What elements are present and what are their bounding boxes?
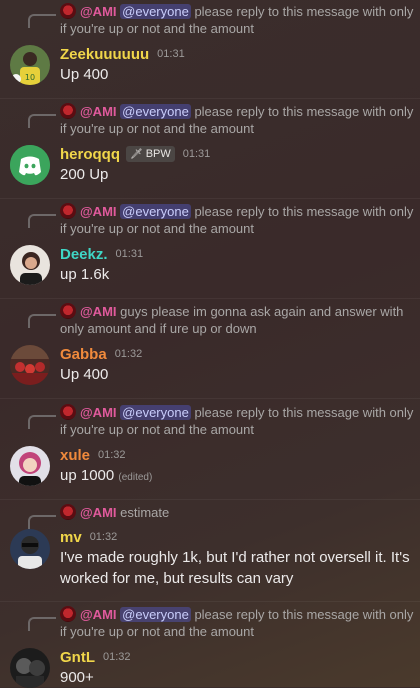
username[interactable]: Zeekuuuuuu — [60, 46, 149, 63]
message-content: up 1.6k — [60, 266, 110, 283]
reply-author-avatar — [60, 404, 76, 420]
divider — [0, 298, 420, 299]
reply-connector — [28, 14, 56, 28]
message-header: heroqqq 🗡 BPW 01:31 — [60, 144, 210, 164]
message-content: I've made roughly 1k, but I'd rather not… — [60, 549, 410, 587]
reply-author[interactable]: @AMI — [80, 104, 117, 119]
message-content: Up 400 — [60, 366, 109, 383]
mention-everyone[interactable]: @everyone — [120, 4, 191, 19]
divider — [0, 499, 420, 500]
timestamp[interactable]: 01:32 — [90, 531, 118, 543]
reply-author[interactable]: @AMI — [80, 607, 117, 622]
badge-label: BPW — [145, 148, 171, 160]
reply-connector — [28, 314, 56, 328]
reply-preview[interactable]: @AMI @everyone please reply to this mess… — [60, 404, 416, 438]
reply-preview[interactable]: @AMI guys please im gonna ask again and … — [60, 303, 416, 337]
timestamp[interactable]: 01:31 — [116, 248, 144, 260]
reply-author[interactable]: @AMI — [80, 204, 117, 219]
sword-icon: 🗡 — [130, 148, 143, 160]
svg-text:10: 10 — [25, 73, 35, 82]
reply-author[interactable]: @AMI — [80, 4, 117, 19]
edited-label: (edited) — [118, 472, 153, 483]
reply-text: estimate — [116, 505, 170, 520]
avatar[interactable]: 10 — [10, 45, 50, 85]
avatar[interactable] — [10, 648, 50, 688]
message-header: Gabba 01:32 — [60, 344, 142, 364]
reply-author-avatar — [60, 303, 76, 319]
mention-everyone[interactable]: @everyone — [120, 204, 191, 219]
avatar[interactable] — [10, 529, 50, 569]
guild-tag-badge[interactable]: 🗡 BPW — [126, 146, 175, 162]
avatar[interactable] — [10, 145, 50, 185]
username[interactable]: GntL — [60, 649, 95, 666]
message-header: Deekz. 01:31 — [60, 244, 143, 264]
timestamp[interactable]: 01:32 — [103, 651, 131, 663]
username[interactable]: xule — [60, 447, 90, 464]
timestamp[interactable]: 01:32 — [115, 348, 143, 360]
mention-everyone[interactable]: @everyone — [120, 104, 191, 119]
reply-connector — [28, 515, 56, 529]
reply-author[interactable]: @AMI — [80, 505, 117, 520]
reply-author-avatar — [60, 203, 76, 219]
message-header: GntL 01:32 — [60, 647, 131, 667]
reply-preview[interactable]: @AMI @everyone please reply to this mess… — [60, 3, 416, 37]
reply-author-avatar — [60, 606, 76, 622]
reply-author-avatar — [60, 103, 76, 119]
reply-author[interactable]: @AMI — [80, 405, 117, 420]
username[interactable]: Gabba — [60, 346, 107, 363]
divider — [0, 198, 420, 199]
avatar[interactable] — [10, 446, 50, 486]
message-content: 900+ — [60, 669, 94, 686]
reply-preview[interactable]: @AMI @everyone please reply to this mess… — [60, 606, 416, 640]
reply-connector — [28, 415, 56, 429]
message-content: 200 Up — [60, 166, 109, 183]
divider — [0, 98, 420, 99]
discord-logo-icon — [10, 145, 50, 185]
message-header: mv 01:32 — [60, 527, 117, 547]
avatar[interactable] — [10, 345, 50, 385]
mention-everyone[interactable]: @everyone — [120, 607, 191, 622]
reply-preview[interactable]: @AMI @everyone please reply to this mess… — [60, 203, 416, 237]
reply-author-avatar — [60, 504, 76, 520]
reply-connector — [28, 617, 56, 631]
timestamp[interactable]: 01:31 — [183, 148, 211, 160]
avatar[interactable] — [10, 245, 50, 285]
reply-connector — [28, 214, 56, 228]
reply-author[interactable]: @AMI — [80, 304, 117, 319]
message-content: Up 400 — [60, 66, 109, 83]
reply-preview[interactable]: @AMI @everyone please reply to this mess… — [60, 103, 416, 137]
reply-connector — [28, 114, 56, 128]
divider — [0, 398, 420, 399]
divider — [0, 601, 420, 602]
timestamp[interactable]: 01:32 — [98, 449, 126, 461]
reply-author-avatar — [60, 3, 76, 19]
reply-preview[interactable]: @AMI estimate — [60, 504, 416, 521]
message-content: up 1000 (edited) — [60, 465, 416, 488]
username[interactable]: Deekz. — [60, 246, 108, 263]
timestamp[interactable]: 01:31 — [157, 48, 185, 60]
username[interactable]: mv — [60, 529, 82, 546]
username[interactable]: heroqqq — [60, 146, 120, 163]
mention-everyone[interactable]: @everyone — [120, 405, 191, 420]
message-header: xule 01:32 — [60, 445, 126, 465]
message-header: Zeekuuuuuu 01:31 — [60, 44, 185, 64]
message-text: up 1000 — [60, 467, 115, 484]
